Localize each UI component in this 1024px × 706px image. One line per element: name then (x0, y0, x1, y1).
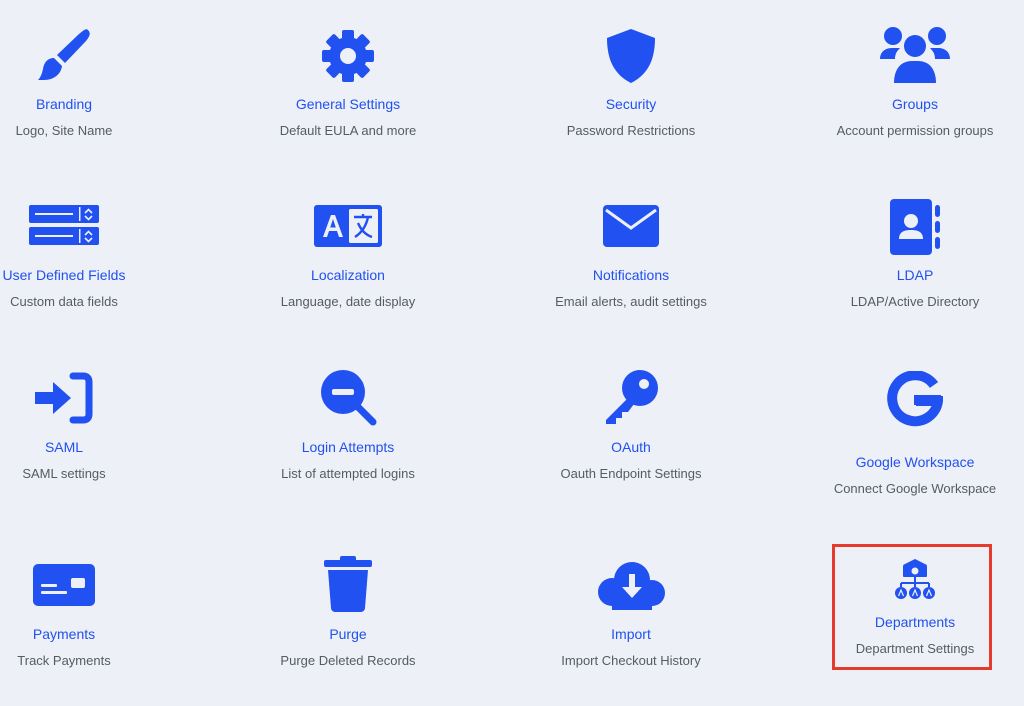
users-group-icon (787, 24, 1024, 84)
tile-localization[interactable]: Localization Language, date display (220, 170, 476, 340)
tile-title[interactable]: Payments (0, 626, 192, 642)
tile-subtitle: SAML settings (22, 466, 106, 481)
tile-branding[interactable]: Branding Logo, Site Name (0, 0, 192, 170)
magnifier-minus-icon (220, 368, 476, 426)
tile-title[interactable]: General Settings (220, 96, 476, 112)
tile-subtitle: Default EULA and more (279, 123, 417, 138)
tile-saml[interactable]: SAML SAML settings (0, 340, 192, 520)
tile-subtitle: Oauth Endpoint Settings (560, 466, 702, 481)
tile-login-attempts[interactable]: Login Attempts List of attempted logins (220, 340, 476, 520)
credit-card-icon (0, 562, 192, 608)
address-book-icon (787, 198, 1024, 256)
tile-subtitle: Custom data fields (10, 294, 118, 309)
tile-import[interactable]: Import Import Checkout History (503, 530, 759, 706)
tile-subtitle: Language, date display (280, 294, 416, 309)
tile-subtitle: List of attempted logins (281, 466, 415, 481)
tile-groups[interactable]: Groups Account permission groups (787, 0, 1024, 170)
tile-title[interactable]: LDAP (787, 267, 1024, 283)
key-icon (503, 368, 759, 426)
google-icon (787, 370, 1024, 428)
tile-title[interactable]: Notifications (503, 267, 759, 283)
tile-payments[interactable]: Payments Track Payments (0, 530, 192, 706)
tile-title[interactable]: Branding (0, 96, 192, 112)
tile-subtitle: LDAP/Active Directory (850, 294, 980, 309)
tile-security[interactable]: Security Password Restrictions (503, 0, 759, 170)
tile-title[interactable]: OAuth (503, 439, 759, 455)
tile-title[interactable]: Purge (220, 626, 476, 642)
tile-subtitle: Account permission groups (836, 123, 994, 138)
tile-title[interactable]: Security (503, 96, 759, 112)
tile-title[interactable]: Import (503, 626, 759, 642)
tile-subtitle: Email alerts, audit settings (555, 294, 707, 309)
highlight-box (832, 544, 992, 670)
envelope-icon (503, 204, 759, 248)
tile-title[interactable]: User Defined Fields (0, 267, 192, 283)
tile-subtitle: Track Payments (17, 653, 111, 668)
tile-purge[interactable]: Purge Purge Deleted Records (220, 530, 476, 706)
tile-title[interactable]: Login Attempts (220, 439, 476, 455)
trash-icon (220, 556, 476, 612)
tile-google-workspace[interactable]: Google Workspace Connect Google Workspac… (787, 340, 1024, 520)
gear-icon (220, 26, 476, 86)
tile-notifications[interactable]: Notifications Email alerts, audit settin… (503, 170, 759, 340)
tile-title[interactable]: SAML (0, 439, 192, 455)
form-fields-icon (0, 204, 192, 248)
tile-oauth[interactable]: OAuth Oauth Endpoint Settings (503, 340, 759, 520)
tile-subtitle: Purge Deleted Records (280, 653, 416, 668)
paintbrush-icon (0, 22, 192, 86)
shield-icon (503, 26, 759, 86)
tile-general-settings[interactable]: General Settings Default EULA and more (220, 0, 476, 170)
cloud-download-icon (503, 558, 759, 612)
tile-user-defined-fields[interactable]: User Defined Fields Custom data fields (0, 170, 192, 340)
tile-subtitle: Import Checkout History (561, 653, 701, 668)
tile-title[interactable]: Google Workspace (787, 454, 1024, 470)
tile-title[interactable]: Localization (220, 267, 476, 283)
tile-subtitle: Connect Google Workspace (833, 481, 997, 496)
tile-subtitle: Logo, Site Name (15, 123, 113, 138)
tile-title[interactable]: Groups (787, 96, 1024, 112)
language-icon (220, 204, 476, 248)
tile-ldap[interactable]: LDAP LDAP/Active Directory (787, 170, 1024, 340)
tile-subtitle: Password Restrictions (566, 123, 696, 138)
sign-in-icon (0, 370, 192, 426)
